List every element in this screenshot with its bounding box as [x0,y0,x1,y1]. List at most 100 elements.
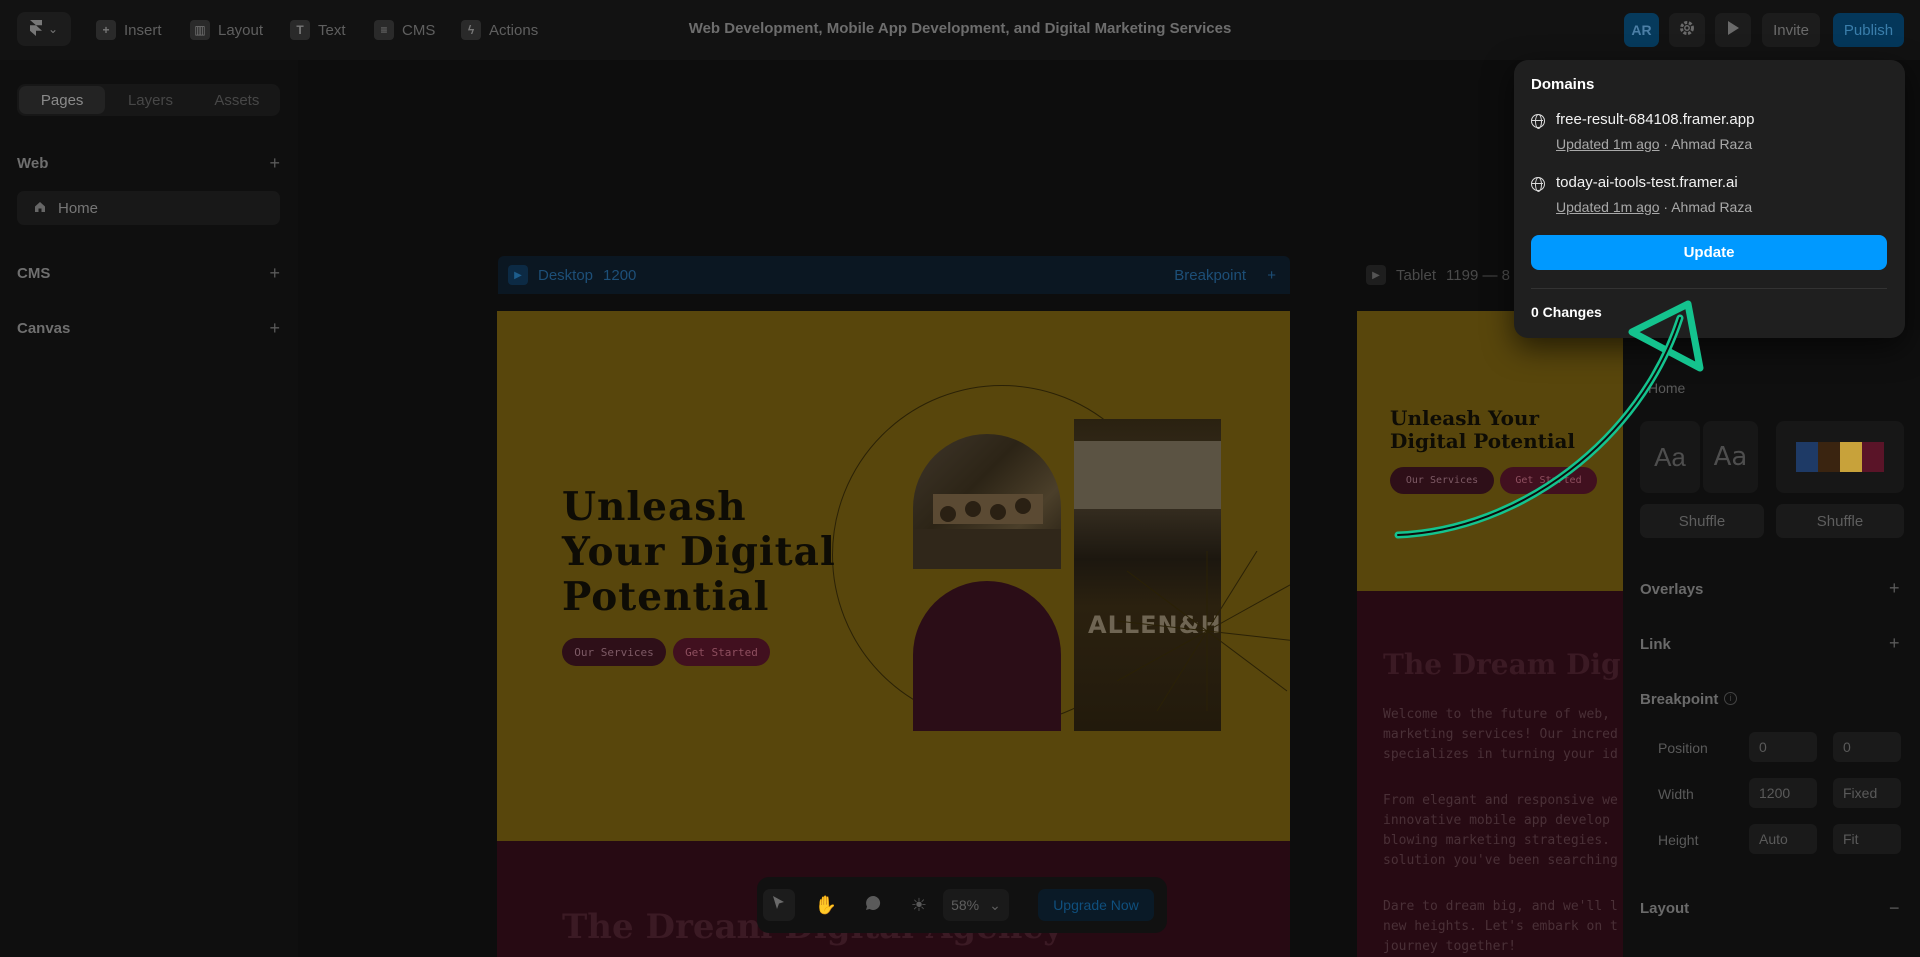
font-sample-sans[interactable]: Aa [1703,421,1758,493]
shuffle-fonts-button[interactable]: Shuffle [1640,504,1764,538]
updated-link[interactable]: Updated 1m ago [1556,199,1660,215]
position-x-field[interactable]: 0 [1749,732,1817,762]
height-mode-select[interactable]: Fit [1833,824,1901,854]
color-palette-swatches [1796,442,1884,472]
avatar[interactable]: AR [1624,13,1659,47]
play-icon[interactable]: ▶ [1366,265,1386,285]
swatch [1818,442,1840,472]
settings-button[interactable] [1669,13,1705,47]
divider [1531,288,1887,289]
hand-icon: ✋ [814,894,838,915]
tablet-frame-header[interactable]: ▶ Tablet 1199 — 8 [1366,256,1510,294]
tablet-frame-name: Tablet [1396,266,1437,284]
framer-menu-button[interactable]: ⌄ [17,12,71,46]
link-label: Link [1640,636,1671,653]
tab-assets[interactable]: Assets [194,84,280,116]
layout-icon: ▥ [190,20,210,40]
zoom-select[interactable]: 58% ⌄ [943,889,1009,921]
section-cms: CMS + [17,262,280,284]
height-field[interactable]: Auto [1749,824,1817,854]
tablet-paragraph-1[interactable]: Welcome to the future of web, marketing … [1383,705,1623,765]
paragraph-line: Welcome to the future of web, [1383,707,1610,722]
text-button[interactable]: T Text [290,19,346,41]
insert-button[interactable]: + Insert [96,19,162,41]
cms-label: CMS [402,21,436,39]
preview-button[interactable] [1715,13,1751,47]
height-label: Height [1658,832,1699,848]
domain-author: Ahmad Raza [1671,136,1753,152]
width-field[interactable]: 1200 [1749,778,1817,808]
sun-icon: ☀ [910,894,928,915]
tablet-hero-section[interactable]: Unleash Your Digital Potential Our Servi… [1357,311,1627,591]
add-link-icon[interactable]: + [1889,633,1900,654]
tablet-dream-title[interactable]: The Dream Dig [1383,648,1621,681]
tablet-hero-title[interactable]: Unleash Your Digital Potential [1390,407,1620,453]
framer-editor: ⌄ + Insert ▥ Layout T Text ≡ CMS ϟ Actio… [0,0,1920,957]
add-overlay-icon[interactable]: + [1889,578,1900,599]
shuffle-colors-button[interactable]: Shuffle [1776,504,1904,538]
layout-button[interactable]: ▥ Layout [190,19,263,41]
sidebar-item-home[interactable]: Home [17,191,280,225]
play-icon[interactable]: ▶ [508,265,528,285]
comment-tool-button[interactable] [857,889,889,921]
cursor-icon [771,895,787,916]
tablet-paragraph-2[interactable]: From elegant and responsive we innovativ… [1383,791,1623,871]
popover-title: Domains [1531,76,1595,93]
add-canvas-icon[interactable]: + [269,318,280,339]
paragraph-line: new heights. Let's embark on t [1383,919,1618,934]
tablet-get-started-button[interactable]: Get Started [1500,467,1597,494]
desktop-frame[interactable]: Unleash Your Digital Potential Our Servi… [497,311,1290,957]
select-tool-button[interactable] [763,889,795,921]
invite-button[interactable]: Invite [1762,13,1820,47]
section-web-label: Web [17,154,49,172]
domain-name[interactable]: today-ai-tools-test.framer.ai [1556,174,1738,191]
get-started-button[interactable]: Get Started [673,638,770,666]
position-y-field[interactable]: 0 [1833,732,1901,762]
breakpoint-button[interactable]: Breakpoint [1174,267,1246,284]
publish-button[interactable]: Publish [1833,13,1904,47]
paragraph-line: specializes in turning your id [1383,747,1618,762]
properties-panel: Home Aa Aa Shuffle Shuffle Overlays + Li… [1623,330,1920,957]
desktop-frame-header[interactable]: ▶ Desktop 1200 Breakpoint + [498,256,1290,294]
add-page-icon[interactable]: + [269,153,280,174]
meta-separator: · [1659,136,1672,152]
domain-name[interactable]: free-result-684108.framer.app [1556,111,1754,128]
tablet-frame-width: 1199 — 8 [1446,266,1510,284]
hand-tool-button[interactable]: ✋ [810,889,842,921]
bolt-icon: ϟ [461,20,481,40]
color-palette-card[interactable] [1776,421,1904,493]
tablet-our-services-button[interactable]: Our Services [1390,467,1494,494]
actions-button[interactable]: ϟ Actions [461,19,538,41]
database-icon: ≡ [374,20,394,40]
tab-layers[interactable]: Layers [107,84,193,116]
paragraph-line: From elegant and responsive we [1383,793,1618,808]
globe-icon [1531,177,1545,192]
text-label: Text [318,21,346,39]
tablet-frame[interactable]: Unleash Your Digital Potential Our Servi… [1357,311,1627,957]
hero-title[interactable]: Unleash Your Digital Potential [562,485,862,620]
cms-button[interactable]: ≡ CMS [374,19,435,41]
desktop-frame-name: Desktop [538,266,594,284]
collapse-layout-icon[interactable]: − [1889,898,1900,919]
updated-link[interactable]: Updated 1m ago [1556,136,1660,152]
upgrade-now-button[interactable]: Upgrade Now [1038,889,1154,921]
changes-count[interactable]: 0 Changes [1531,304,1602,320]
project-title[interactable]: Web Development, Mobile App Development,… [620,20,1300,37]
domain-meta: Updated 1m ago · Ahmad Raza [1556,136,1752,152]
add-breakpoint-icon[interactable]: + [1267,267,1276,284]
info-icon[interactable]: i [1724,692,1737,705]
meta-separator: · [1659,199,1672,215]
text-icon: T [290,20,310,40]
team-photo[interactable] [913,434,1061,569]
add-cms-icon[interactable]: + [269,263,280,284]
our-services-button[interactable]: Our Services [562,638,666,666]
chevron-down-icon: ⌄ [989,896,1001,913]
hero-section[interactable]: Unleash Your Digital Potential Our Servi… [497,311,1290,841]
paragraph-line: journey together! [1383,939,1517,954]
tab-pages[interactable]: Pages [19,86,106,114]
width-mode-select[interactable]: Fixed [1833,778,1901,808]
theme-toggle-button[interactable]: ☀ [903,889,935,921]
font-sample-serif[interactable]: Aa [1640,421,1700,493]
tablet-paragraph-3[interactable]: Dare to dream big, and we'll l new heigh… [1383,897,1623,957]
update-button[interactable]: Update [1531,235,1887,270]
